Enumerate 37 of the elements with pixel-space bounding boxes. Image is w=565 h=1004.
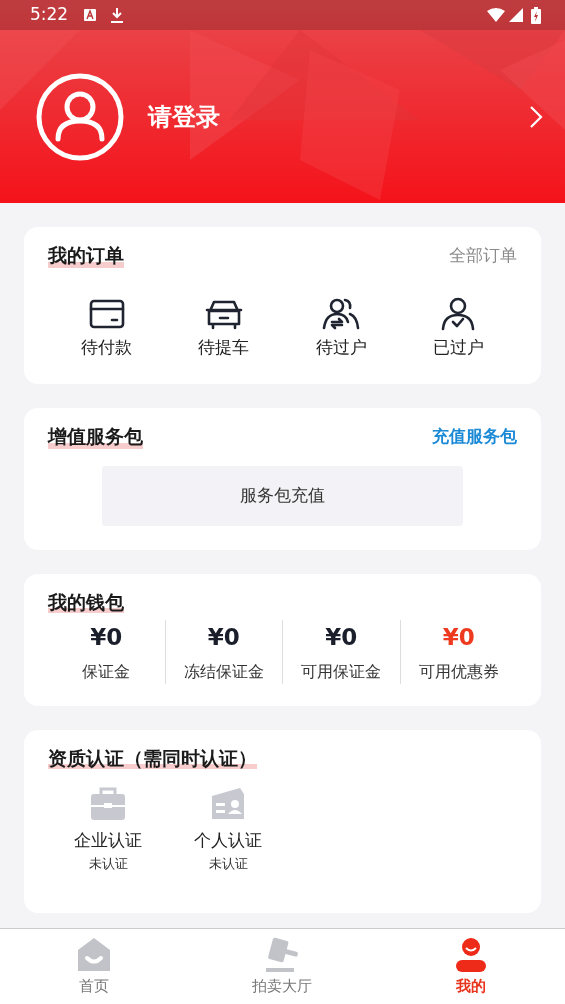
tab-item[interactable]: 拍卖大厅 bbox=[188, 929, 377, 1004]
amount-value: ¥0 bbox=[441, 622, 476, 652]
section-title: 我的钱包 bbox=[48, 590, 124, 613]
certification-item[interactable]: 企业认证 未认证 bbox=[48, 786, 168, 873]
amount-value: ¥0 bbox=[89, 622, 124, 652]
all-orders-link[interactable]: 全部订单 bbox=[449, 243, 517, 269]
amount-label: 保证金 bbox=[81, 661, 132, 683]
order-status-item[interactable]: 待过户 bbox=[282, 294, 400, 360]
home-icon bbox=[76, 937, 113, 973]
tab-item[interactable]: 我的 bbox=[376, 929, 565, 1004]
certification-item[interactable]: 个人认证 未认证 bbox=[168, 786, 288, 873]
login-link[interactable]: 请登录 bbox=[148, 98, 220, 135]
wifi-icon bbox=[487, 8, 505, 22]
keyboard-icon bbox=[84, 9, 97, 21]
amount-value: ¥0 bbox=[324, 622, 359, 652]
status-time: 5:22 bbox=[30, 3, 69, 27]
battery-icon bbox=[531, 6, 541, 24]
avatar-icon[interactable] bbox=[36, 72, 124, 161]
order-status-item[interactable]: 已过户 bbox=[399, 294, 517, 360]
download-icon bbox=[110, 7, 125, 23]
recharge-button[interactable]: 服务包充值 bbox=[102, 465, 463, 526]
amount-label: 可用优惠券 bbox=[417, 661, 500, 683]
gavel-icon bbox=[264, 937, 301, 973]
tab-item[interactable]: 首页 bbox=[0, 929, 189, 1004]
section-title: 我的订单 bbox=[48, 243, 124, 269]
chevron-right-icon[interactable] bbox=[529, 104, 543, 129]
amount-value: ¥0 bbox=[206, 622, 241, 652]
recharge-link[interactable]: 充值服务包 bbox=[432, 424, 517, 450]
amount-label: 冻结保证金 bbox=[182, 661, 265, 683]
amount-label: 可用保证金 bbox=[300, 661, 383, 683]
order-status-item[interactable]: 待提车 bbox=[165, 294, 283, 360]
section-title: 资质认证（需同时认证） bbox=[48, 747, 257, 769]
signal-icon bbox=[509, 8, 523, 22]
order-status-item[interactable]: 待付款 bbox=[48, 294, 166, 360]
briefcase-icon bbox=[90, 786, 126, 822]
section-title: 增值服务包 bbox=[48, 424, 143, 450]
id-card-icon bbox=[210, 786, 246, 822]
